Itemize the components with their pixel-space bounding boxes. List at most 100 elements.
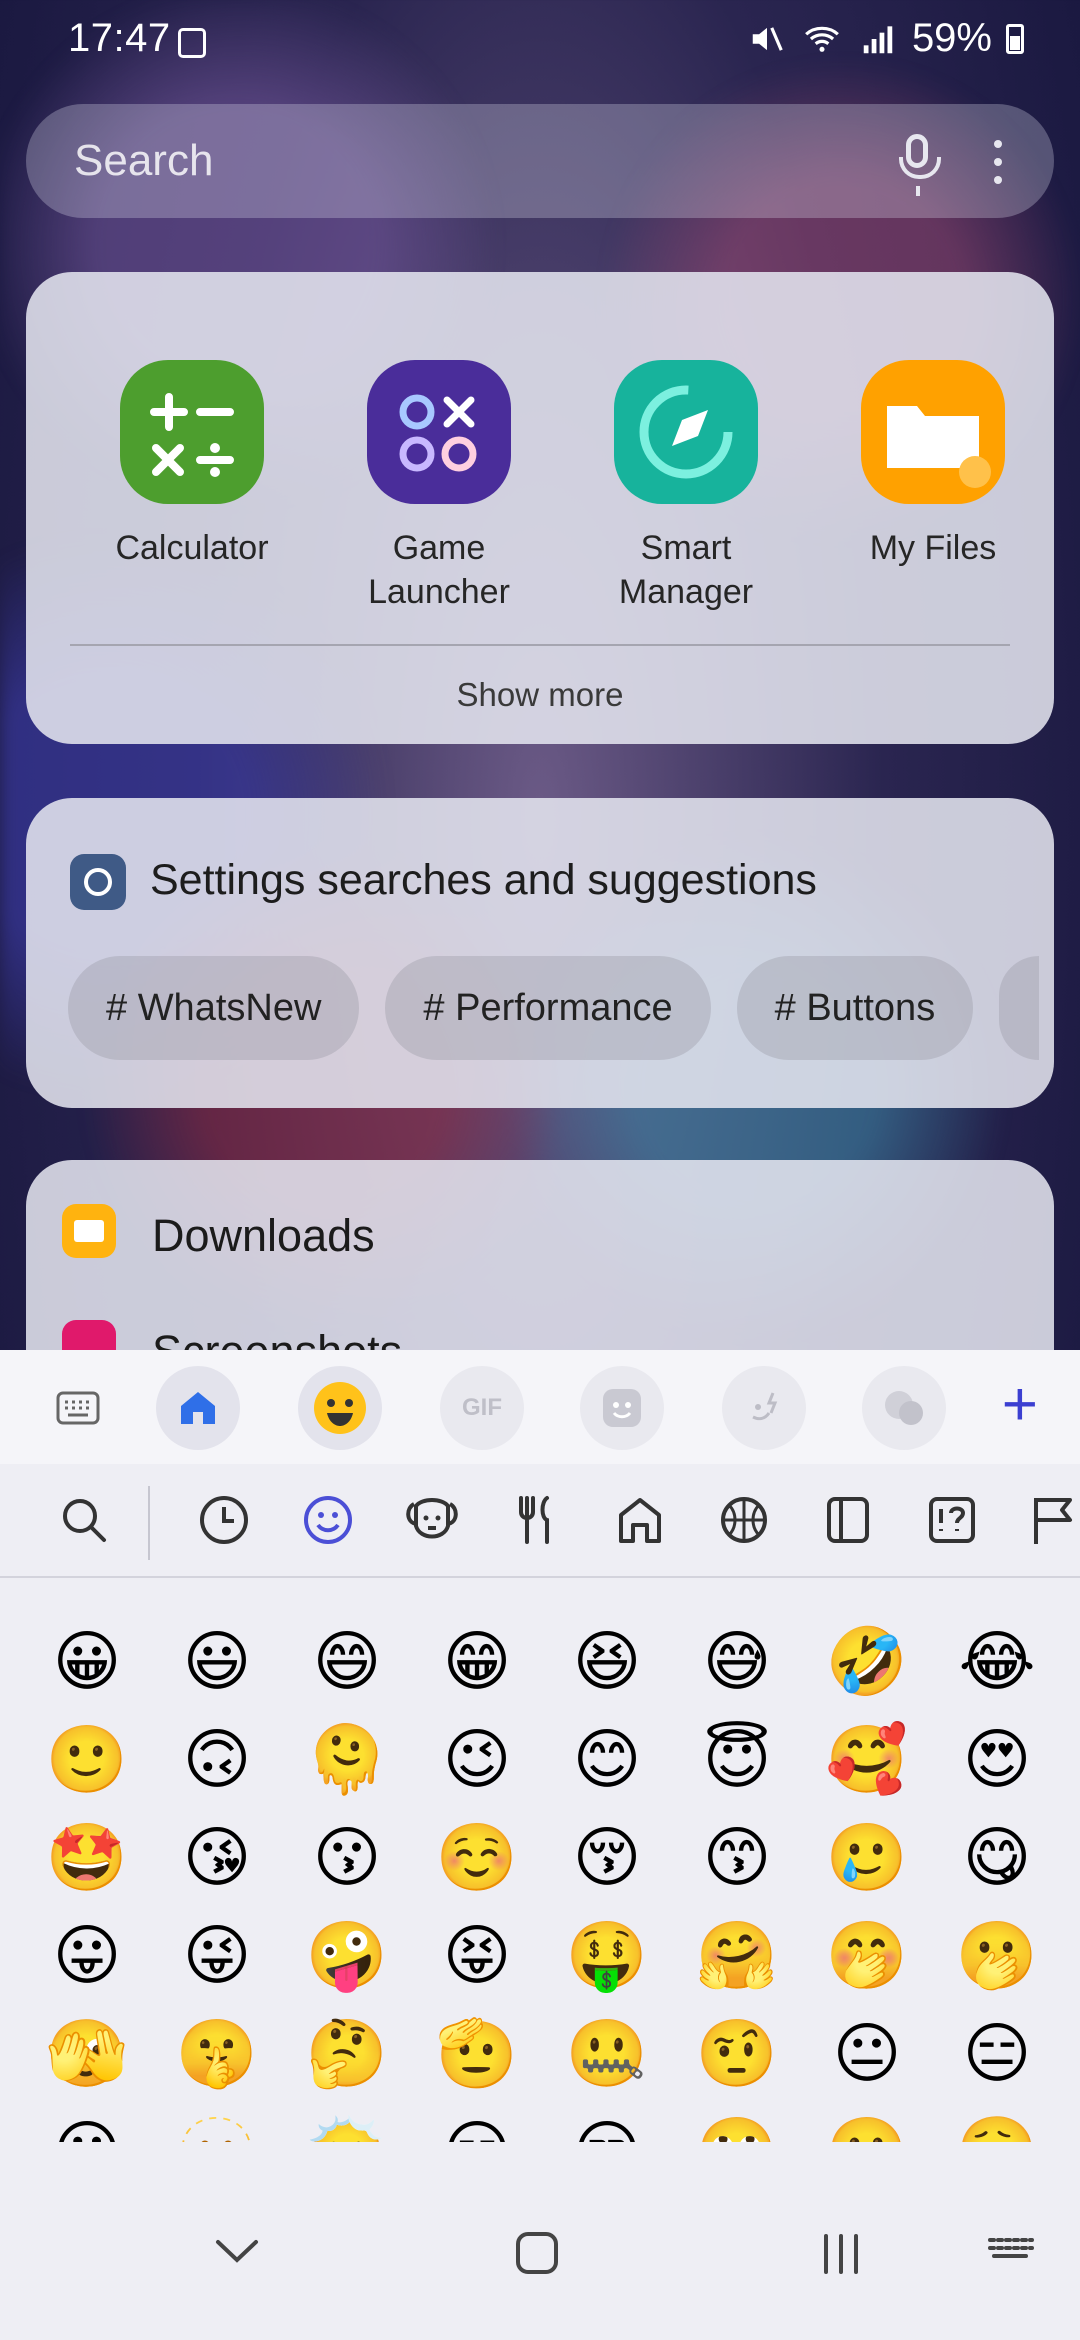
- emoji-key[interactable]: 😅: [672, 1612, 802, 1710]
- emoji-key[interactable]: 😇: [672, 1710, 802, 1808]
- app-game-launcher[interactable]: Game Launcher: [339, 360, 539, 614]
- objects-icon[interactable]: [820, 1492, 876, 1548]
- emoji-key[interactable]: 🫥: [152, 2102, 282, 2142]
- sticker-icon[interactable]: [580, 1366, 664, 1450]
- emoji-key[interactable]: 😆: [542, 1612, 672, 1710]
- emoji-face-icon[interactable]: [298, 1366, 382, 1450]
- recents-nav-icon[interactable]: [818, 2230, 864, 2276]
- emoji-key[interactable]: 😜: [152, 1906, 282, 2004]
- battery-icon: [1006, 23, 1024, 54]
- mic-stand: [916, 186, 920, 196]
- emoji-key[interactable]: 😉: [412, 1710, 542, 1808]
- symbols-icon[interactable]: [924, 1492, 980, 1548]
- emoji-key[interactable]: 😋: [932, 1808, 1062, 1906]
- emoji-key[interactable]: 😘: [152, 1808, 282, 1906]
- emoji-key[interactable]: 🤫: [152, 2004, 282, 2102]
- keyboard-switch-icon[interactable]: [984, 2230, 1036, 2270]
- flags-icon[interactable]: [1028, 1492, 1080, 1548]
- emoji-key[interactable]: 😂: [932, 1612, 1062, 1710]
- emoji-key[interactable]: 🥲: [802, 1808, 932, 1906]
- emoji-key[interactable]: 🙃: [152, 1710, 282, 1808]
- emoji-key[interactable]: 😗: [282, 1808, 412, 1906]
- keyboard-icon[interactable]: [36, 1366, 120, 1450]
- smart-manager-icon: [614, 360, 758, 504]
- emoji-key[interactable]: 😮‍💨: [932, 2102, 1062, 2142]
- food-icon[interactable]: [508, 1492, 564, 1548]
- emoji-key[interactable]: 😒: [542, 2102, 672, 2142]
- emoji-row: 😛 😜 🤪 😝 🤑 🤗 🤭 🫢: [0, 1906, 1080, 2004]
- app-smart-manager[interactable]: Smart Manager: [586, 360, 786, 614]
- emoji-key[interactable]: 😊: [542, 1710, 672, 1808]
- emoji-row: 🤩 😘 😗 ☺️ 😚 😙 🥲 😋: [0, 1808, 1080, 1906]
- hide-keyboard-chevron-icon[interactable]: [212, 2230, 262, 2270]
- downloads-item[interactable]: Downloads: [152, 1210, 375, 1262]
- emoji-key[interactable]: 🤑: [542, 1906, 672, 2004]
- emoji-key[interactable]: ☺️: [412, 1808, 542, 1906]
- recent-clock-icon[interactable]: [196, 1492, 252, 1548]
- emoji-row: 🫣 🤫 🤔 🫡 🤐 🤨 😐 😑: [0, 2004, 1080, 2102]
- emoji-key[interactable]: 😚: [542, 1808, 672, 1906]
- emoji-key[interactable]: 😐: [802, 2004, 932, 2102]
- app-label: Calculator: [115, 529, 269, 567]
- chip-whatsnew[interactable]: # WhatsNew: [68, 956, 360, 1060]
- app-label: Game Launcher: [368, 529, 510, 611]
- bitmoji-icon[interactable]: [722, 1366, 806, 1450]
- animal-icon[interactable]: [404, 1492, 460, 1548]
- status-time: 17:47: [68, 16, 171, 60]
- emoji-key[interactable]: 😏: [412, 2102, 542, 2142]
- emoji-key[interactable]: 🙄: [672, 2102, 802, 2142]
- app-calculator[interactable]: Calculator: [92, 360, 292, 570]
- home-nav-icon[interactable]: [514, 2230, 560, 2276]
- emoji-key[interactable]: 😙: [672, 1808, 802, 1906]
- home-icon[interactable]: [156, 1366, 240, 1450]
- emoji-key[interactable]: 🤗: [672, 1906, 802, 2004]
- emoji-key[interactable]: 😑: [932, 2004, 1062, 2102]
- emoji-key[interactable]: 🤔: [282, 2004, 412, 2102]
- smiley-icon[interactable]: [300, 1492, 356, 1548]
- gear-icon: [70, 854, 126, 910]
- emoji-key[interactable]: 🫡: [412, 2004, 542, 2102]
- emoji-key[interactable]: 🥰: [802, 1710, 932, 1808]
- emoji-key[interactable]: 😄: [282, 1612, 412, 1710]
- emoji-key[interactable]: 😀: [22, 1612, 152, 1710]
- emoji-key[interactable]: 🙂: [22, 1710, 152, 1808]
- avatar-icon[interactable]: [862, 1366, 946, 1450]
- emoji-key[interactable]: 😃: [152, 1612, 282, 1710]
- emoji-key[interactable]: 🤩: [22, 1808, 152, 1906]
- plus-icon[interactable]: +: [1002, 1370, 1038, 1440]
- emoji-key[interactable]: 🫠: [282, 1710, 412, 1808]
- mic-icon[interactable]: [899, 134, 941, 179]
- search-icon[interactable]: [56, 1492, 112, 1548]
- calculator-icon: [120, 360, 264, 504]
- emoji-key[interactable]: 😍: [932, 1710, 1062, 1808]
- activities-icon[interactable]: [716, 1492, 772, 1548]
- emoji-key[interactable]: 🤣: [802, 1612, 932, 1710]
- more-options-icon[interactable]: [994, 140, 1002, 194]
- emoji-key[interactable]: 😬: [802, 2102, 932, 2142]
- chip-performance[interactable]: # Performance: [385, 956, 711, 1060]
- gif-icon[interactable]: GIF: [440, 1366, 524, 1450]
- emoji-key[interactable]: 😁: [412, 1612, 542, 1710]
- show-more-button[interactable]: Show more: [26, 676, 1054, 714]
- places-icon[interactable]: [612, 1492, 668, 1548]
- emoji-key[interactable]: 😛: [22, 1906, 152, 2004]
- signal-icon: [863, 25, 893, 53]
- search-placeholder: Search: [74, 136, 214, 185]
- emoji-key[interactable]: 🫢: [932, 1906, 1062, 2004]
- emoji-key[interactable]: 😶‍🌫️: [282, 2102, 412, 2142]
- emoji-key[interactable]: 🤨: [672, 2004, 802, 2102]
- emoji-key[interactable]: 😶: [22, 2102, 152, 2142]
- chip-buttons[interactable]: # Buttons: [736, 956, 974, 1060]
- search-bar[interactable]: Search: [26, 104, 1054, 218]
- emoji-key[interactable]: 😝: [412, 1906, 542, 2004]
- settings-title: Settings searches and suggestions: [150, 856, 817, 904]
- emoji-key[interactable]: 🤐: [542, 2004, 672, 2102]
- divider: [70, 644, 1010, 646]
- downloads-folder-icon: [62, 1204, 116, 1258]
- status-bar: 17:47 59%: [0, 0, 1080, 90]
- emoji-key[interactable]: 🤭: [802, 1906, 932, 2004]
- emoji-key[interactable]: 🤪: [282, 1906, 412, 2004]
- emoji-key[interactable]: 🫣: [22, 2004, 152, 2102]
- chip-overflow[interactable]: [999, 956, 1040, 1060]
- app-my-files[interactable]: My Files: [833, 360, 1033, 570]
